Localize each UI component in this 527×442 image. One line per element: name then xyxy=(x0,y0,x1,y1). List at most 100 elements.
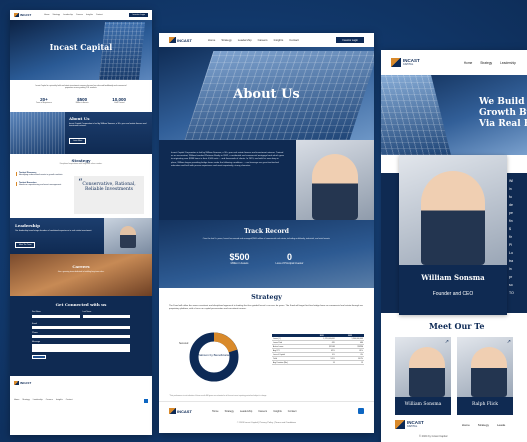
navbar: INCAST Home Strategy Leadership Careers … xyxy=(10,10,152,20)
table-cell: 13 xyxy=(335,360,364,365)
meet-team-title: Meet Our Te xyxy=(429,321,485,331)
footer: INCAST Home Strategy Leadership Careers … xyxy=(159,401,374,433)
donut-side-label: Secured xyxy=(179,342,189,345)
team-card[interactable]: ↗ William Sonsma xyxy=(395,337,451,415)
stat-years: 20+ Years of Experience xyxy=(36,97,52,104)
stat-units: 10,000 Units Owned xyxy=(112,97,126,104)
email-input[interactable] xyxy=(32,325,130,330)
footer-link[interactable]: Insights xyxy=(273,410,282,413)
footer-link[interactable]: Leadership xyxy=(240,410,252,413)
donut-center-label: Platinum by Beneficiaries xyxy=(197,353,231,357)
first-name-input[interactable] xyxy=(32,314,80,319)
nav-leadership[interactable]: Leadership xyxy=(63,14,73,16)
footer-link[interactable]: Contact xyxy=(288,410,297,413)
bio-fragment: in xyxy=(509,267,512,271)
nav-home[interactable]: Home xyxy=(208,38,215,42)
logo-mark-icon xyxy=(169,37,176,43)
homepage-preview: INCAST Home Strategy Leadership Careers … xyxy=(10,10,152,435)
nav-strategy[interactable]: Strategy xyxy=(53,14,60,16)
footer-link[interactable]: Contact xyxy=(66,399,73,403)
nav-menu: Home Strategy Leadership Careers Insight… xyxy=(208,38,299,42)
contact-section: Get Connected with us First Name Last Na… xyxy=(10,295,152,376)
phone-input[interactable] xyxy=(32,334,130,339)
nav-leadership[interactable]: Leadership xyxy=(238,38,252,42)
field-label: Last Name xyxy=(82,310,92,313)
nav-careers[interactable]: Careers xyxy=(76,14,83,16)
footer-link[interactable]: Leadership xyxy=(33,399,43,403)
logo[interactable]: INCAST xyxy=(14,13,31,17)
nav-contact[interactable]: Contact xyxy=(289,38,299,42)
logo-text: INCAST xyxy=(403,57,420,63)
nav-strategy[interactable]: Strategy xyxy=(480,61,492,65)
footer-link[interactable]: Home xyxy=(212,410,219,413)
strategy-subtitle: Disciplined acquisitions with long-term … xyxy=(59,162,103,165)
careers-title: Careers xyxy=(72,263,90,269)
stat-loss: 0 Loss of Principal Investor xyxy=(276,252,304,265)
bio-fragment: $ xyxy=(509,227,511,231)
navbar: INCAST CAPITAL Home Strategy Leadership xyxy=(381,50,527,75)
stat-label: Million in Assets xyxy=(75,101,89,104)
nav-leadership[interactable]: Leadership xyxy=(500,61,516,65)
bio-fragment: so xyxy=(509,283,513,287)
logo-text: INCAST xyxy=(20,380,32,385)
strategy-card: Tactical Execution Hands-on repositionin… xyxy=(16,181,66,186)
logo-subtext: CAPITAL xyxy=(407,424,418,428)
strategy-card: Tactical Discovery Identifying undervalu… xyxy=(16,171,66,176)
strategy-text: The Fund will utilize the same consisten… xyxy=(169,305,363,310)
track-record-section: Track Record Over the last 5+ years, Inc… xyxy=(159,220,374,288)
logo-mark-icon xyxy=(391,58,401,67)
glass-building-image xyxy=(381,75,451,155)
bio-fragment: fin xyxy=(509,219,513,223)
bio-fragment: Pl xyxy=(509,243,513,247)
logo-mark-icon xyxy=(395,420,405,429)
hero: We Build La Growth By I Via Real Est xyxy=(381,75,527,155)
person-image xyxy=(120,225,136,248)
footer-logo[interactable]: INCAST xyxy=(169,408,192,414)
linkedin-icon[interactable] xyxy=(358,408,364,414)
nav-careers[interactable]: Careers xyxy=(258,38,268,42)
table-cell: 14 xyxy=(307,360,336,365)
nav-insights[interactable]: Insights xyxy=(274,38,284,42)
linkedin-icon[interactable] xyxy=(144,398,148,403)
footer-link[interactable]: Careers xyxy=(258,410,267,413)
about-title: About Us xyxy=(69,115,90,121)
stat-assets: $500 Million in Assets xyxy=(76,97,89,104)
arrow-up-right-icon: ↗ xyxy=(444,339,449,345)
footer-menu: Home Strategy Leade xyxy=(462,423,506,427)
nav-insights[interactable]: Insights xyxy=(86,14,93,16)
nav-home[interactable]: Home xyxy=(464,61,473,65)
footer-logo[interactable]: INCAST xyxy=(14,380,148,385)
bio-fragment: pr xyxy=(509,275,513,279)
nav-strategy[interactable]: Strategy xyxy=(221,38,231,42)
footer-link[interactable]: Leade xyxy=(497,423,505,427)
copyright: © 2024 Incast Capital | Privacy Policy |… xyxy=(236,422,297,424)
investor-login-button[interactable]: Investor Login xyxy=(336,37,364,43)
footer-link[interactable]: Insights xyxy=(56,399,63,403)
logo[interactable]: INCAST xyxy=(169,37,192,43)
ceo-name: William Sonsma xyxy=(421,273,485,282)
footer-link[interactable]: Strategy xyxy=(225,410,234,413)
footer-link[interactable]: Strategy xyxy=(22,399,29,403)
investor-login-button[interactable]: Investor Login xyxy=(129,13,148,17)
footer-link[interactable]: Strategy xyxy=(478,423,489,427)
footer-link[interactable]: Home xyxy=(462,423,470,427)
quote-text: Conservative, Rational, Reliable Investm… xyxy=(82,181,136,192)
nav-menu: Home Strategy Leadership xyxy=(464,61,516,65)
bio-fragment: fo xyxy=(509,195,512,199)
person-image xyxy=(421,171,485,265)
footer-link[interactable]: Careers xyxy=(46,399,53,403)
nav-home[interactable]: Home xyxy=(44,14,49,16)
about-learn-more-button[interactable]: Learn More xyxy=(69,137,87,144)
meet-team-button[interactable]: Meet The Team xyxy=(15,242,36,249)
team-card[interactable]: ↗ Ralph Flick xyxy=(457,337,513,415)
footer-link[interactable]: Home xyxy=(14,399,19,403)
submit-button[interactable] xyxy=(32,354,46,359)
footer-logo[interactable]: INCAST CAPITAL xyxy=(395,420,424,429)
team-grid: ↗ William Sonsma ↗ Ralph Flick xyxy=(381,337,527,417)
leadership-text: Our leadership team brings decades of co… xyxy=(15,229,92,232)
nav-contact[interactable]: Contact xyxy=(96,14,103,16)
strategy-section: Strategy Disciplined acquisitions with l… xyxy=(10,154,152,218)
message-input[interactable] xyxy=(32,343,130,352)
logo[interactable]: INCAST CAPITAL xyxy=(391,58,420,67)
last-name-input[interactable] xyxy=(82,314,130,319)
